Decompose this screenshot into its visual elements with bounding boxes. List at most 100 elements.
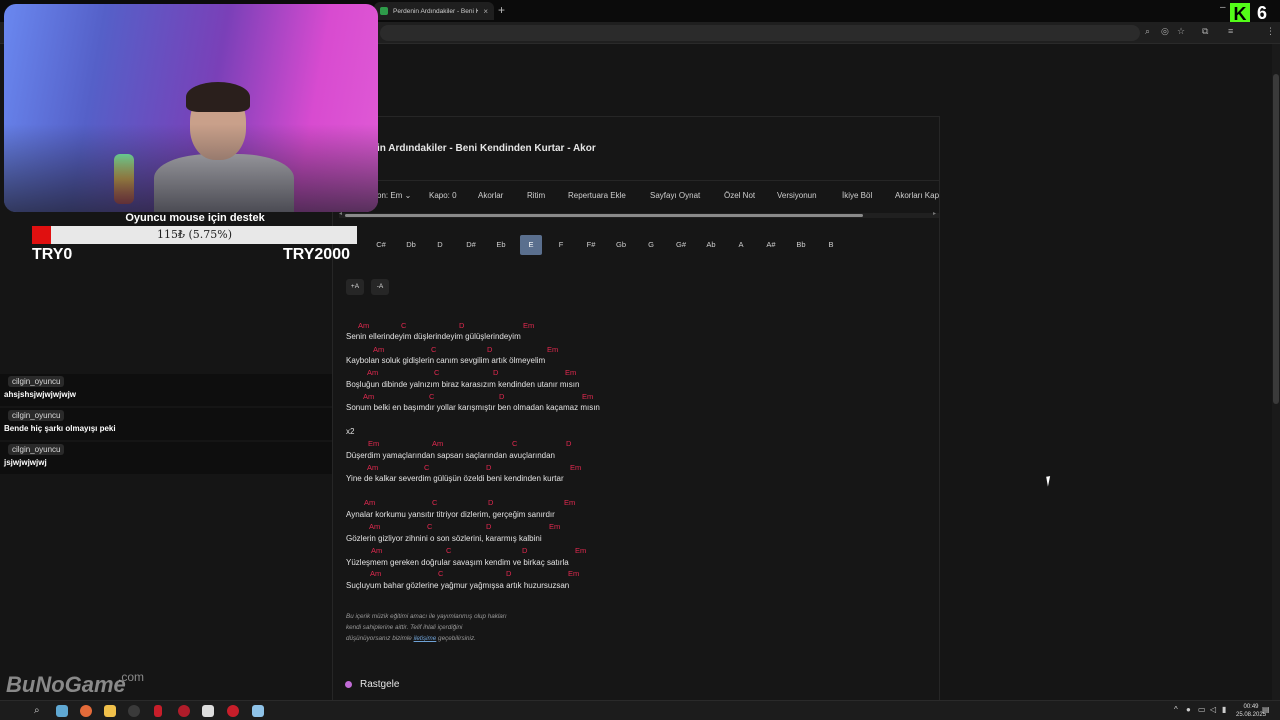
menu-scrollbar[interactable]: ◂ ▸ (339, 210, 939, 218)
key-button-ab[interactable]: Ab (700, 235, 722, 255)
key-button-gb[interactable]: Gb (610, 235, 632, 255)
folder-icon[interactable] (104, 705, 116, 717)
lyric-line: Senin ellerindeyim düşlerindeyim gülüşle… (346, 332, 521, 341)
key-button-f-sharp[interactable]: F# (580, 235, 602, 255)
random-song-button[interactable]: Rastgele (345, 679, 399, 690)
microphone-icon[interactable]: ● (1186, 705, 1191, 714)
tab-close-icon[interactable]: × (483, 7, 488, 16)
app-icon[interactable] (56, 705, 68, 717)
chord: C (401, 321, 407, 330)
menu-rhythm[interactable]: Ritim (527, 191, 545, 200)
chat-username: cilgin_oyuncu (8, 444, 65, 455)
chord: Em (564, 498, 576, 507)
key-button-a[interactable]: A (730, 235, 752, 255)
menu-chords[interactable]: Akorlar (478, 191, 503, 200)
chat-message: cilgin_oyuncu ahsjshsjwjwjwjwjw (0, 374, 332, 406)
menu-lines-icon[interactable]: ≡ (1228, 26, 1233, 36)
key-button-db[interactable]: Db (400, 235, 422, 255)
chord: D (488, 498, 494, 507)
extensions-icon[interactable]: ⧉ (1202, 26, 1208, 37)
font-decrease-button[interactable]: -A (371, 279, 389, 295)
song-panel: in Ardındakiler - Beni Kendinden Kurtar … (332, 116, 940, 716)
scroll-right-icon[interactable]: ▸ (933, 210, 936, 217)
key-button-g[interactable]: G (640, 235, 662, 255)
app-icon[interactable] (227, 705, 239, 717)
network-icon[interactable]: ▭ (1198, 705, 1206, 714)
menu-play-page[interactable]: Sayfayı Oynat (650, 191, 700, 200)
zoom-icon[interactable]: ⌕ (1145, 26, 1150, 37)
chord: Em (523, 321, 535, 330)
key-button-f[interactable]: F (550, 235, 572, 255)
chat-username: cilgin_oyuncu (8, 410, 65, 421)
chord: D (486, 463, 492, 472)
donation-progress-bar: 115₺ (5.75%) (32, 226, 357, 244)
chord: Em (582, 392, 594, 401)
key-button-g-sharp[interactable]: G# (670, 235, 692, 255)
chevron-up-icon[interactable]: ^ (1174, 705, 1178, 714)
key-button-d[interactable]: D (429, 235, 451, 255)
chord: Em (565, 368, 577, 377)
lyric-line: Boşluğun dibinde yalnızım biraz karasızı… (346, 380, 580, 389)
volume-icon[interactable]: ◁ (1210, 705, 1216, 714)
key-button-bb[interactable]: Bb (790, 235, 812, 255)
chat-text: jsjwjwjwjwj (4, 458, 47, 467)
address-bar[interactable] (380, 25, 1140, 41)
key-button-c-sharp[interactable]: C# (370, 235, 392, 255)
browser-tab[interactable]: Perdenin Ardındakiler - Beni Ku × (374, 2, 494, 20)
lyric-line: Yüzleşmem gereken doğrular savaşım kendi… (346, 558, 569, 567)
person-hair-shape (186, 82, 250, 112)
copyright-notice-line: düşünüyorsanız bizimle iletişime geçebil… (346, 635, 476, 642)
menu-capo[interactable]: Kapo: 0 (429, 191, 457, 200)
contact-link[interactable]: iletişime (414, 635, 437, 642)
menu-hide-chords[interactable]: Akorları Kap (895, 191, 939, 200)
key-button-e[interactable]: E (520, 235, 542, 255)
page-scrollbar-thumb[interactable] (1273, 74, 1279, 404)
chord: C (446, 546, 452, 555)
browser-app-icon[interactable] (80, 705, 92, 717)
lyric-line: Yine de kalkar severdim gülüşün özeldi b… (346, 474, 564, 483)
eye-off-icon[interactable]: ◎ (1161, 26, 1169, 37)
chord: Em (368, 439, 380, 448)
lyric-line: Kaybolan soluk gidişlerin canım sevgilim… (346, 356, 546, 365)
key-button-a-sharp[interactable]: A# (760, 235, 782, 255)
font-increase-button[interactable]: +A (346, 279, 364, 295)
app-icon[interactable] (202, 705, 214, 717)
page-scrollbar[interactable] (1272, 44, 1280, 700)
chat-username: cilgin_oyuncu (8, 376, 65, 387)
new-tab-icon[interactable]: + (498, 3, 505, 17)
more-icon[interactable]: ⋮ (1266, 26, 1275, 37)
chord: D (487, 345, 493, 354)
lyric-line: Suçluyum bahar gözlerine yağmur yağmışsa… (346, 581, 570, 590)
key-button-eb[interactable]: Eb (490, 235, 512, 255)
chord: Am (373, 345, 385, 354)
app-icon[interactable] (128, 705, 140, 717)
notification-icon[interactable]: ▤ (1262, 705, 1270, 714)
screen: Perdenin Ardındakiler - Beni Ku × + – K … (0, 0, 1280, 720)
chat-message: cilgin_oyuncu jsjwjwjwjwj (0, 442, 332, 474)
battery-icon[interactable]: ▮ (1222, 705, 1226, 714)
app-icon[interactable] (252, 705, 264, 717)
key-button-b[interactable]: B (820, 235, 842, 255)
menu-scrollbar-thumb[interactable] (345, 214, 863, 217)
chord: D (459, 321, 465, 330)
chord: Am (367, 463, 379, 472)
chord: Am (432, 439, 444, 448)
key-button-d-sharp[interactable]: D# (460, 235, 482, 255)
chord: C (431, 345, 437, 354)
menu-version[interactable]: Versiyonun (777, 191, 817, 200)
app-icon[interactable] (178, 705, 190, 717)
chord: Am (371, 546, 383, 555)
star-icon[interactable]: ☆ (1177, 26, 1185, 37)
menu-add-repertoire[interactable]: Repertuara Ekle (568, 191, 626, 200)
menu-private-note[interactable]: Özel Not (724, 191, 755, 200)
app-icon[interactable] (154, 705, 162, 717)
search-icon[interactable]: ⌕ (34, 705, 40, 716)
chord: Em (549, 522, 561, 531)
menu-split[interactable]: İkiye Böl (842, 191, 872, 200)
chord: D (566, 439, 572, 448)
copyright-notice-line: Bu içerik müzik eğitimi amacı ile yayıml… (346, 613, 507, 620)
page-title: in Ardındakiler - Beni Kendinden Kurtar … (377, 143, 596, 154)
tab-title: Perdenin Ardındakiler - Beni Ku (393, 7, 479, 15)
window-minimize-icon[interactable]: – (1220, 2, 1226, 13)
menu-tonality[interactable]: on: Em ⌄ (377, 191, 411, 200)
